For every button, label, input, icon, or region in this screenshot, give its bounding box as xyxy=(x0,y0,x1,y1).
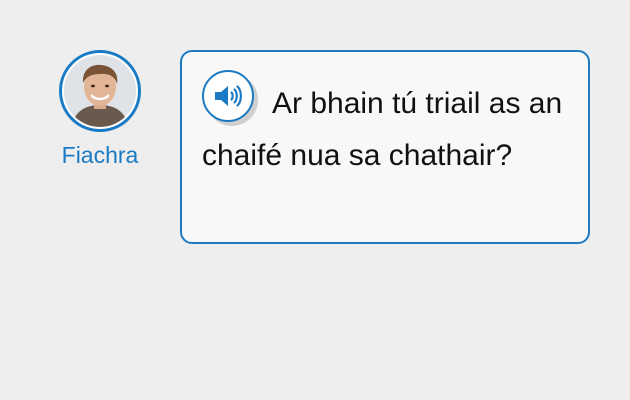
avatar-photo xyxy=(64,55,136,127)
speaker-volume-icon[interactable] xyxy=(202,70,254,122)
avatar xyxy=(59,50,141,132)
play-audio-button[interactable] xyxy=(202,70,258,126)
message-bubble: Ar bhain tú triail as an chaifé nua sa c… xyxy=(180,50,590,244)
speaker-name: Fiachra xyxy=(61,142,139,168)
speaker-card: Fiachra xyxy=(50,50,150,170)
